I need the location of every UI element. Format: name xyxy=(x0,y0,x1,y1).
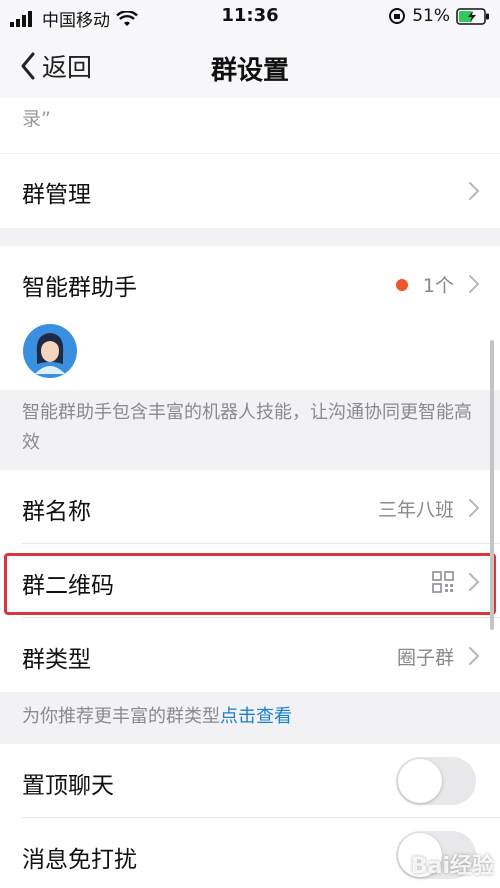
assistant-desc: 智能群助手包含丰富的机器人技能，让沟通协同更智能高效 xyxy=(0,390,500,468)
status-right: 51% xyxy=(388,6,490,26)
group-manage-title: 群管理 xyxy=(22,182,91,208)
settings-list[interactable]: 录” 群管理 智能群助手 1个 智能群助手包含丰富的机器人技能，让沟通协同更智能… xyxy=(0,98,500,888)
page-title: 群设置 xyxy=(210,56,289,86)
mute-title: 消息免打扰 xyxy=(22,847,137,873)
section-gap xyxy=(0,228,500,246)
top-note-row: 录” xyxy=(0,98,500,153)
scrollbar[interactable] xyxy=(490,340,494,630)
view-more-link[interactable]: 点击查看 xyxy=(220,706,292,727)
group-type-title: 群类型 xyxy=(22,647,91,673)
group-name-value: 三年八班 xyxy=(377,499,454,521)
nav-bar: 返回 群设置 xyxy=(0,34,500,98)
pin-chat-toggle[interactable] xyxy=(396,757,476,805)
chevron-right-icon xyxy=(469,275,480,293)
chevron-right-icon xyxy=(469,182,480,200)
group-type-value: 圈子群 xyxy=(396,647,454,669)
battery-percent: 51% xyxy=(412,6,450,26)
group-name-row[interactable]: 群名称 三年八班 xyxy=(0,470,500,544)
orientation-lock-icon xyxy=(389,8,406,24)
badge-dot xyxy=(396,279,408,291)
pin-chat-title: 置顶聊天 xyxy=(22,773,114,799)
battery-icon xyxy=(456,7,489,25)
pin-chat-row: 置顶聊天 xyxy=(0,744,500,818)
chevron-right-icon xyxy=(469,499,480,517)
watermark: Bai经验 xyxy=(410,854,494,879)
assistant-count: 1个 xyxy=(422,275,454,297)
top-note: 录” xyxy=(22,108,51,130)
status-bar: 中国移动 11:36 51% xyxy=(0,0,500,34)
chevron-right-icon xyxy=(469,647,480,665)
qr-code-highlight xyxy=(4,553,496,615)
assistant-title: 智能群助手 xyxy=(22,275,137,301)
group-manage-row[interactable]: 群管理 xyxy=(0,154,500,228)
assistant-row[interactable]: 智能群助手 1个 xyxy=(0,246,500,390)
toggle-knob xyxy=(398,759,442,803)
group-type-note: 为你推荐更丰富的群类型点击查看 xyxy=(0,692,500,744)
assistant-avatar[interactable] xyxy=(23,324,77,378)
group-type-note-text: 为你推荐更丰富的群类型 xyxy=(22,706,220,727)
group-type-row[interactable]: 群类型 圈子群 xyxy=(0,618,500,692)
group-name-title: 群名称 xyxy=(22,499,91,525)
